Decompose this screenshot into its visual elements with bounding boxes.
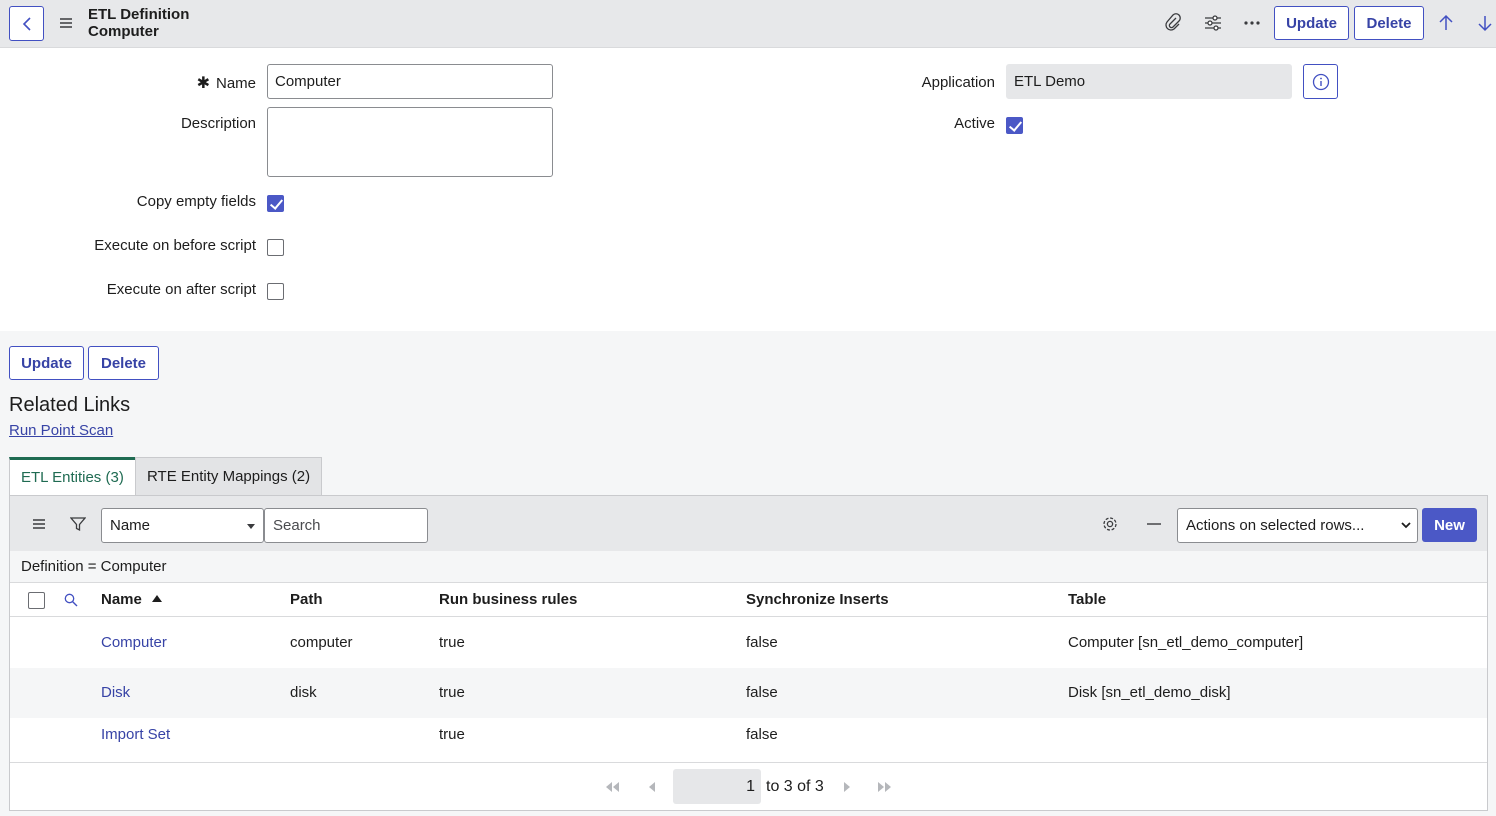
tab-rte-entity-mappings[interactable]: RTE Entity Mappings (2) [135, 457, 323, 495]
table-row: Disk disk true false Disk [sn_etl_demo_d… [10, 668, 1487, 718]
application-info-button[interactable] [1303, 64, 1338, 99]
related-list: Name Search Actions on selected rows... … [9, 495, 1488, 811]
application-field: ETL Demo [1006, 64, 1292, 99]
gear-icon[interactable] [1101, 515, 1119, 533]
list-menu-icon[interactable] [30, 515, 48, 533]
sliders-icon[interactable] [1202, 12, 1224, 34]
collapse-icon[interactable] [1145, 515, 1163, 533]
paperclip-icon[interactable] [1162, 12, 1184, 34]
related-links-heading: Related Links [9, 394, 131, 416]
pagination: 1 to 3 of 3 [10, 762, 1487, 810]
caret-down-icon [247, 524, 255, 529]
search-field-value: Name [110, 517, 151, 534]
update-button[interactable]: Update [9, 346, 84, 380]
page-range-text: to 3 of 3 [766, 778, 824, 795]
table-header: Name Path Run business rules Synchronize… [10, 583, 1487, 617]
more-options-icon[interactable] [1241, 12, 1263, 34]
table-row: Import Set true false [10, 718, 1487, 762]
filter-icon[interactable] [69, 515, 87, 533]
row-run-business-rules: true [439, 726, 465, 743]
row-name-link[interactable]: Import Set [101, 726, 170, 743]
record-form: ✱ Name Computer Description Copy empty fi… [0, 48, 1496, 331]
context-menu-icon[interactable] [57, 15, 75, 31]
row-path: disk [290, 684, 317, 701]
search-input[interactable]: Search [264, 508, 428, 543]
row-synchronize-inserts: false [746, 684, 778, 701]
row-run-business-rules: true [439, 684, 465, 701]
search-field-select[interactable]: Name [101, 508, 264, 543]
page-title: ETL Definition Computer [88, 6, 189, 40]
page-number-input[interactable]: 1 [673, 769, 761, 804]
list-toolbar: Name Search Actions on selected rows... … [10, 496, 1487, 551]
row-table: Disk [sn_etl_demo_disk] [1068, 684, 1231, 701]
copy-empty-fields-label: Copy empty fields [136, 193, 256, 210]
execute-after-checkbox[interactable] [267, 283, 284, 300]
active-checkbox[interactable] [1006, 117, 1023, 134]
row-run-business-rules: true [439, 634, 465, 651]
last-page-icon[interactable] [876, 779, 894, 795]
back-button[interactable] [9, 6, 44, 41]
previous-page-icon[interactable] [643, 779, 661, 795]
column-header-synchronize-inserts[interactable]: Synchronize Inserts [746, 591, 889, 608]
row-path: computer [290, 634, 353, 651]
page-title-record: Computer [88, 23, 159, 40]
select-all-checkbox[interactable] [28, 592, 45, 609]
sort-ascending-icon [152, 595, 163, 602]
chevron-left-icon [22, 16, 31, 31]
description-label: Description [180, 115, 256, 132]
description-textarea[interactable] [267, 107, 553, 177]
execute-after-label: Execute on after script [106, 281, 256, 298]
actions-select[interactable]: Actions on selected rows... [1177, 508, 1418, 543]
new-button[interactable]: New [1422, 508, 1477, 542]
name-input[interactable]: Computer [267, 64, 553, 99]
column-header-path[interactable]: Path [290, 591, 323, 608]
column-header-run-business-rules[interactable]: Run business rules [439, 591, 577, 608]
active-label: Active [954, 115, 995, 132]
first-page-icon[interactable] [603, 779, 621, 795]
actions-select-value: Actions on selected rows... [1186, 517, 1365, 534]
header-delete-button[interactable]: Delete [1354, 6, 1424, 40]
row-synchronize-inserts: false [746, 634, 778, 651]
run-point-scan-link[interactable]: Run Point Scan [9, 422, 113, 439]
table-row: Computer computer true false Computer [s… [10, 618, 1487, 668]
copy-empty-fields-checkbox[interactable] [267, 195, 284, 212]
application-label: Application [921, 74, 995, 91]
column-header-table[interactable]: Table [1068, 591, 1106, 608]
search-icon[interactable] [62, 591, 80, 609]
info-icon [1312, 73, 1329, 90]
row-name-link[interactable]: Disk [101, 684, 130, 701]
next-page-icon[interactable] [838, 779, 856, 795]
arrow-down-icon[interactable] [1474, 12, 1496, 34]
name-label: ✱ Name [196, 75, 256, 92]
column-header-name[interactable]: Name [101, 591, 163, 608]
tab-etl-entities[interactable]: ETL Entities (3) [9, 457, 136, 495]
arrow-up-icon[interactable] [1435, 12, 1457, 34]
required-marker: ✱ [196, 75, 210, 92]
row-synchronize-inserts: false [746, 726, 778, 743]
execute-before-checkbox[interactable] [267, 239, 284, 256]
header-update-button[interactable]: Update [1274, 6, 1349, 40]
form-header: ETL Definition Computer Update Delete [0, 0, 1496, 48]
row-table: Computer [sn_etl_demo_computer] [1068, 634, 1304, 651]
delete-button[interactable]: Delete [88, 346, 159, 380]
page-title-table: ETL Definition [88, 6, 190, 23]
filter-breadcrumb[interactable]: Definition = Computer [10, 551, 1487, 583]
chevron-down-icon [1401, 522, 1411, 529]
row-name-link[interactable]: Computer [101, 634, 167, 651]
execute-before-label: Execute on before script [94, 237, 256, 254]
